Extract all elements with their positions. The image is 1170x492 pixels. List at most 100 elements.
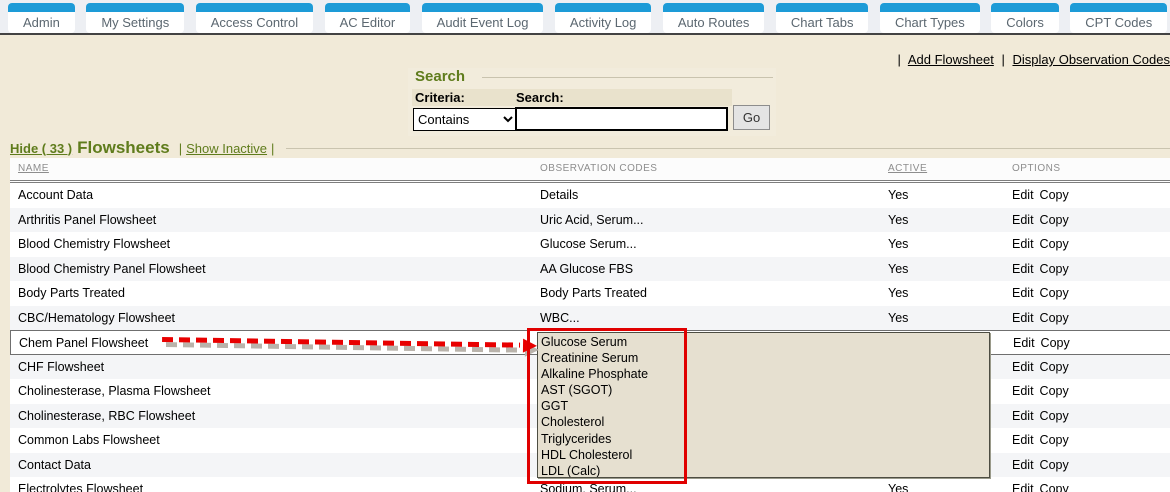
legend-divider <box>482 77 773 78</box>
edit-link[interactable]: Edit <box>1012 433 1034 447</box>
display-observation-codes-link[interactable]: Display Observation Codes <box>1012 52 1170 67</box>
tab-access-control[interactable]: Access Control <box>196 3 313 33</box>
page-title: Flowsheets <box>77 138 170 158</box>
column-header-options: OPTIONS <box>1012 163 1061 174</box>
copy-link[interactable]: Copy <box>1040 311 1069 325</box>
tab-ac-editor[interactable]: AC Editor <box>325 3 411 33</box>
edit-link[interactable]: Edit <box>1012 262 1034 276</box>
edit-link[interactable]: Edit <box>1012 237 1034 251</box>
observation-codes-cell: Uric Acid, Serum... <box>540 213 644 227</box>
active-cell: Yes <box>888 482 908 492</box>
flowsheet-name: Electrolytes Flowsheet <box>18 482 143 492</box>
copy-link[interactable]: Copy <box>1040 409 1069 423</box>
copy-link[interactable]: Copy <box>1040 458 1069 472</box>
header-action-links: | Add Flowsheet | Display Observation Co… <box>894 52 1170 67</box>
flowsheet-name: Chem Panel Flowsheet <box>19 336 148 350</box>
column-header-observation-codes: OBSERVATION CODES <box>540 163 657 174</box>
flowsheet-name: Cholinesterase, Plasma Flowsheet <box>18 384 210 398</box>
tab-colors[interactable]: Colors <box>991 3 1059 33</box>
options-cell: Edit Copy <box>1012 262 1075 276</box>
tab-bar: Admin My Settings Access Control AC Edit… <box>0 0 1170 35</box>
criteria-label: Criteria: <box>415 90 465 105</box>
heading-divider <box>286 148 1170 149</box>
copy-link[interactable]: Copy <box>1040 360 1069 374</box>
active-cell: Yes <box>888 262 908 276</box>
search-legend: Search <box>415 68 465 85</box>
edit-link[interactable]: Edit <box>1012 286 1034 300</box>
copy-link[interactable]: Copy <box>1040 482 1069 492</box>
tab-cpt-codes[interactable]: CPT Codes <box>1070 3 1167 33</box>
show-inactive-link[interactable]: Show Inactive <box>186 141 267 156</box>
edit-link[interactable]: Edit <box>1012 458 1034 472</box>
separator: | <box>271 141 274 156</box>
table-row: Arthritis Panel Flowsheet Uric Acid, Seru… <box>10 208 1170 233</box>
copy-link[interactable]: Copy <box>1040 237 1069 251</box>
edit-link[interactable]: Edit <box>1012 482 1034 492</box>
tab-admin[interactable]: Admin <box>8 3 75 33</box>
options-cell: Edit Copy <box>1013 336 1076 350</box>
edit-link[interactable]: Edit <box>1012 213 1034 227</box>
observation-codes-cell: Glucose Serum... <box>540 237 637 251</box>
flowsheet-name: CBC/Hematology Flowsheet <box>18 311 175 325</box>
copy-link[interactable]: Copy <box>1040 433 1069 447</box>
active-cell: Yes <box>888 311 908 325</box>
flowsheet-name: Body Parts Treated <box>18 286 125 300</box>
flowsheet-name: Account Data <box>18 188 93 202</box>
column-header-active[interactable]: ACTIVE <box>888 163 927 174</box>
tab-chart-types[interactable]: Chart Types <box>880 3 980 33</box>
active-cell: Yes <box>888 286 908 300</box>
active-cell: Yes <box>888 188 908 202</box>
table-row: Blood Chemistry Panel Flowsheet AA Glucos… <box>10 257 1170 282</box>
copy-link[interactable]: Copy <box>1040 262 1069 276</box>
search-panel: Search Criteria: Search: Contains Go <box>408 68 776 136</box>
copy-link[interactable]: Copy <box>1041 336 1070 350</box>
table-row: Body Parts Treated Body Parts Treated Yes E… <box>10 281 1170 306</box>
annotation-red-rectangle <box>527 328 687 484</box>
table-header-row: NAME OBSERVATION CODES ACTIVE OPTIONS <box>10 158 1170 180</box>
tab-my-settings[interactable]: My Settings <box>86 3 184 33</box>
table-row: CBC/Hematology FlowsheetWBC...YesEditCop… <box>10 306 1170 331</box>
edit-link[interactable]: Edit <box>1013 336 1035 350</box>
flowsheets-heading-bar: Hide ( 33 ) Flowsheets | Show Inactive | <box>10 138 1170 158</box>
copy-link[interactable]: Copy <box>1040 286 1069 300</box>
tab-chart-tabs[interactable]: Chart Tabs <box>776 3 869 33</box>
hide-count-link[interactable]: Hide ( 33 ) <box>10 141 72 156</box>
options-cell: Edit Copy <box>1012 311 1075 325</box>
observation-codes-cell: Body Parts Treated <box>540 286 647 300</box>
options-cell: Edit Copy <box>1012 237 1075 251</box>
search-label: Search: <box>516 90 564 105</box>
copy-link[interactable]: Copy <box>1040 384 1069 398</box>
observation-codes-cell: AA Glucose FBS <box>540 262 633 276</box>
flowsheet-name: CHF Flowsheet <box>18 360 104 374</box>
flowsheet-name: Arthritis Panel Flowsheet <box>18 213 156 227</box>
flowsheet-name: Blood Chemistry Flowsheet <box>18 237 170 251</box>
options-cell: Edit Copy <box>1012 433 1075 447</box>
copy-link[interactable]: Copy <box>1040 213 1069 227</box>
tab-auto-routes[interactable]: Auto Routes <box>663 3 765 33</box>
go-button[interactable]: Go <box>733 105 770 130</box>
tab-audit-event-log[interactable]: Audit Event Log <box>422 3 544 33</box>
flowsheet-name: Common Labs Flowsheet <box>18 433 160 447</box>
edit-link[interactable]: Edit <box>1012 384 1034 398</box>
edit-link[interactable]: Edit <box>1012 360 1034 374</box>
options-cell: Edit Copy <box>1012 458 1075 472</box>
edit-link[interactable]: Edit <box>1012 311 1034 325</box>
criteria-select[interactable]: Contains <box>413 108 517 131</box>
table-row: Account Data Details Yes Edit Copy <box>10 183 1170 208</box>
observation-codes-cell: Details <box>540 188 578 202</box>
edit-link[interactable]: Edit <box>1012 409 1034 423</box>
copy-link[interactable]: Copy <box>1040 188 1069 202</box>
tab-activity-log[interactable]: Activity Log <box>555 3 651 33</box>
active-cell: Yes <box>888 237 908 251</box>
options-cell: Edit Copy <box>1012 384 1075 398</box>
search-label-strip: Criteria: Search: <box>412 89 732 106</box>
add-flowsheet-link[interactable]: Add Flowsheet <box>908 52 994 67</box>
column-header-name[interactable]: NAME <box>18 163 49 174</box>
edit-link[interactable]: Edit <box>1012 188 1034 202</box>
options-cell: Edit Copy <box>1012 482 1075 492</box>
options-cell: Edit Copy <box>1012 286 1075 300</box>
separator: | <box>898 52 901 67</box>
options-cell: Edit Copy <box>1012 360 1075 374</box>
search-input[interactable] <box>515 107 728 131</box>
flowsheet-name: Blood Chemistry Panel Flowsheet <box>18 262 206 276</box>
